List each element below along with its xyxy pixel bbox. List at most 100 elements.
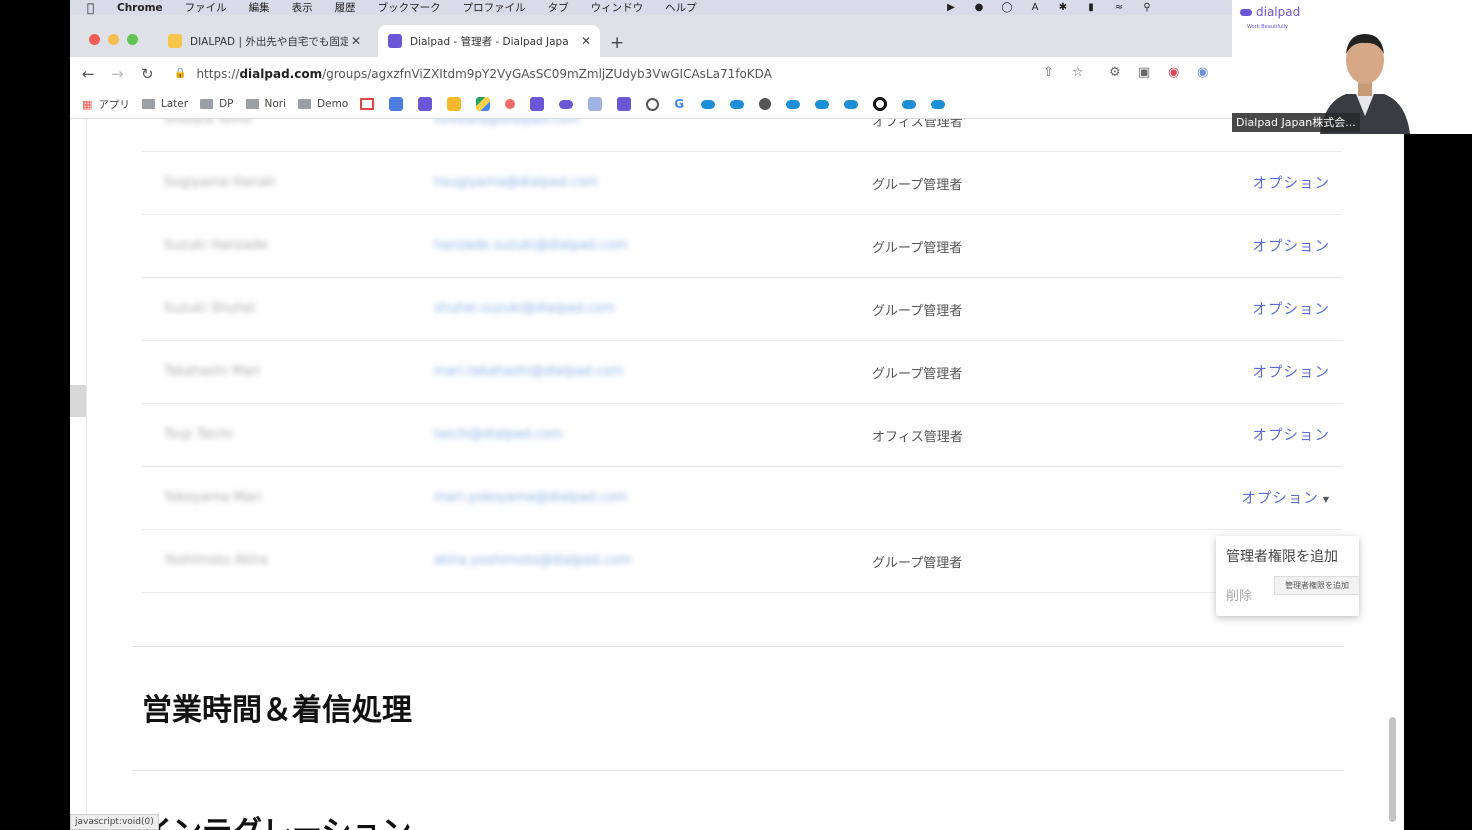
- member-email[interactable]: tshibata@dialpad.com: [434, 119, 580, 127]
- target-icon[interactable]: [646, 97, 660, 111]
- dialpad-logo-icon: [1240, 9, 1252, 16]
- sidebar-collapse-handle[interactable]: [70, 385, 86, 417]
- play-icon[interactable]: ▶: [944, 2, 958, 13]
- zoom-window-button[interactable]: [127, 34, 138, 45]
- dialpad-favicon-icon: [388, 34, 402, 48]
- spotlight-search-icon[interactable]: ⚲: [1140, 2, 1154, 13]
- extension-square-icon[interactable]: ▣: [1138, 65, 1150, 80]
- member-email[interactable]: taichi@dialpad.com: [434, 427, 562, 442]
- member-email[interactable]: mari.takahashi@dialpad.com: [434, 364, 624, 379]
- gmail-icon[interactable]: [360, 98, 375, 110]
- minimize-window-button[interactable]: [108, 34, 119, 45]
- tab-strip: DIALPAD | 外出先や自宅でも固定 ✕ Dialpad - 管理者 - D…: [70, 15, 1404, 57]
- bookmark-apps[interactable]: ▦ アプリ: [82, 97, 130, 112]
- address-bar[interactable]: 🔒 https://dialpad.com/groups/agxzfnViZXI…: [174, 61, 1094, 86]
- caret-down-icon: ▼: [1322, 494, 1330, 504]
- keyboard-icon[interactable]: A: [1028, 2, 1042, 13]
- dialpad-bookmark-icon[interactable]: [418, 97, 433, 111]
- member-email[interactable]: mari.yokoyama@dialpad.com: [434, 490, 627, 505]
- options-button[interactable]: オプション: [1253, 235, 1331, 256]
- salesforce-icon-4[interactable]: [815, 99, 830, 109]
- share-icon[interactable]: ⇧: [1043, 65, 1054, 80]
- options-button[interactable]: オプション: [1253, 424, 1331, 445]
- calendar-icon[interactable]: [389, 97, 404, 111]
- options-button[interactable]: オプション: [1253, 172, 1331, 193]
- member-email[interactable]: hsugiyama@dialpad.com: [434, 175, 598, 190]
- salesforce-icon-3[interactable]: [786, 99, 801, 109]
- bookmark-folder-dp[interactable]: DP: [200, 98, 234, 110]
- menu-bookmarks[interactable]: ブックマーク: [378, 0, 441, 15]
- close-window-button[interactable]: [89, 34, 100, 45]
- bookmark-label: DP: [219, 98, 234, 110]
- member-email[interactable]: hanzade.suzuki@dialpad.com: [434, 238, 628, 253]
- salesforce-icon-5[interactable]: [844, 99, 859, 109]
- member-email[interactable]: shuhei.suzuki@dialpad.com: [434, 301, 615, 316]
- close-tab-icon[interactable]: ✕: [578, 34, 594, 48]
- menu-file[interactable]: ファイル: [185, 0, 227, 15]
- bookmark-folder-demo[interactable]: Demo: [298, 98, 348, 110]
- asana-icon[interactable]: [505, 99, 516, 109]
- dialpad-bookmark-icon-3[interactable]: [617, 97, 632, 111]
- url-text: https://dialpad.com/groups/agxzfnViZXItd…: [196, 66, 772, 81]
- menu-edit[interactable]: 編集: [249, 0, 270, 15]
- drive-icon[interactable]: [476, 97, 491, 111]
- menu-window[interactable]: ウィンドウ: [591, 0, 644, 15]
- menu-history[interactable]: 履歴: [335, 0, 356, 15]
- salesforce-icon[interactable]: [701, 99, 716, 109]
- member-role: グループ管理者: [872, 178, 963, 193]
- bluetooth-icon[interactable]: ✱: [1056, 2, 1070, 13]
- status-bar: javascript:void(0): [70, 814, 159, 830]
- close-tab-icon[interactable]: ✕: [348, 34, 364, 48]
- menu-app-chrome[interactable]: Chrome: [117, 2, 163, 14]
- sheet-icon[interactable]: [588, 97, 603, 111]
- globe-icon[interactable]: [759, 98, 772, 110]
- battery-icon[interactable]: ▮: [1084, 2, 1098, 13]
- forward-icon[interactable]: →: [111, 65, 124, 83]
- page-scrollbar[interactable]: [1389, 717, 1396, 822]
- extension-gear-icon[interactable]: ⚙: [1109, 65, 1121, 80]
- dialpad-logo-bookmark-icon[interactable]: [559, 99, 574, 109]
- member-role: オフィス管理者: [872, 430, 963, 445]
- page-content: Shibata Tomotshibata@dialpad.comオフィス管理者オ…: [70, 119, 1404, 830]
- bookmark-star-icon[interactable]: ☆: [1072, 65, 1084, 80]
- bookmark-label: Demo: [317, 98, 349, 110]
- menu-view[interactable]: 表示: [292, 0, 313, 15]
- tab-dialpad-admin[interactable]: Dialpad - 管理者 - Dialpad Japa ✕: [378, 25, 600, 57]
- member-name: Yoshimoto Akira: [164, 553, 268, 568]
- member-email[interactable]: akira.yoshimoto@dialpad.com: [434, 553, 631, 568]
- wifi-icon[interactable]: ≈: [1112, 2, 1126, 13]
- member-role: グループ管理者: [872, 304, 963, 319]
- extension-pocket-icon[interactable]: ◉: [1168, 65, 1179, 80]
- google-icon[interactable]: G: [674, 97, 686, 111]
- add-admin-permission-item[interactable]: 管理者権限を追加: [1226, 546, 1338, 566]
- salesforce-icon-6[interactable]: [902, 99, 917, 109]
- shield-icon[interactable]: ◯: [1000, 2, 1014, 13]
- ring-icon[interactable]: [873, 97, 888, 111]
- apple-icon[interactable]: : [87, 2, 99, 14]
- new-tab-icon[interactable]: +: [610, 33, 624, 53]
- dialpad-menu-icon[interactable]: ●: [972, 2, 986, 13]
- member-name: Suzuki Hanzade: [164, 238, 268, 253]
- back-icon[interactable]: ←: [82, 65, 95, 83]
- table-row: Sugiyama Haruki hsugiyama@dialpad.com グループ…: [142, 151, 1342, 215]
- dialpad-bookmark-icon-2[interactable]: [530, 97, 545, 111]
- menu-tab[interactable]: タブ: [548, 0, 569, 15]
- options-button[interactable]: オプション ▼: [1241, 487, 1330, 508]
- options-button[interactable]: オプション: [1253, 361, 1331, 382]
- reload-icon[interactable]: ↻: [141, 65, 154, 83]
- folder-icon: [141, 99, 155, 109]
- salesforce-icon-7[interactable]: [931, 99, 946, 109]
- table-row: Suzuki Hanzade hanzade.suzuki@dialpad.com…: [142, 214, 1342, 278]
- menu-profiles[interactable]: プロファイル: [463, 0, 526, 15]
- delete-item[interactable]: 削除: [1226, 585, 1252, 604]
- bookmark-folder-nori[interactable]: Nori: [245, 98, 286, 110]
- options-button[interactable]: オプション: [1253, 298, 1331, 319]
- bookmark-folder-later[interactable]: Later: [141, 98, 188, 110]
- extension-globe-icon[interactable]: ◉: [1197, 65, 1208, 80]
- salesforce-icon-2[interactable]: [730, 99, 745, 109]
- member-name: Sugiyama Haruki: [164, 175, 276, 190]
- slides-icon[interactable]: [447, 97, 462, 111]
- tab-dialpad-site[interactable]: DIALPAD | 外出先や自宅でも固定 ✕: [158, 25, 370, 57]
- lock-icon: 🔒: [174, 68, 187, 79]
- menu-help[interactable]: ヘルプ: [665, 0, 697, 15]
